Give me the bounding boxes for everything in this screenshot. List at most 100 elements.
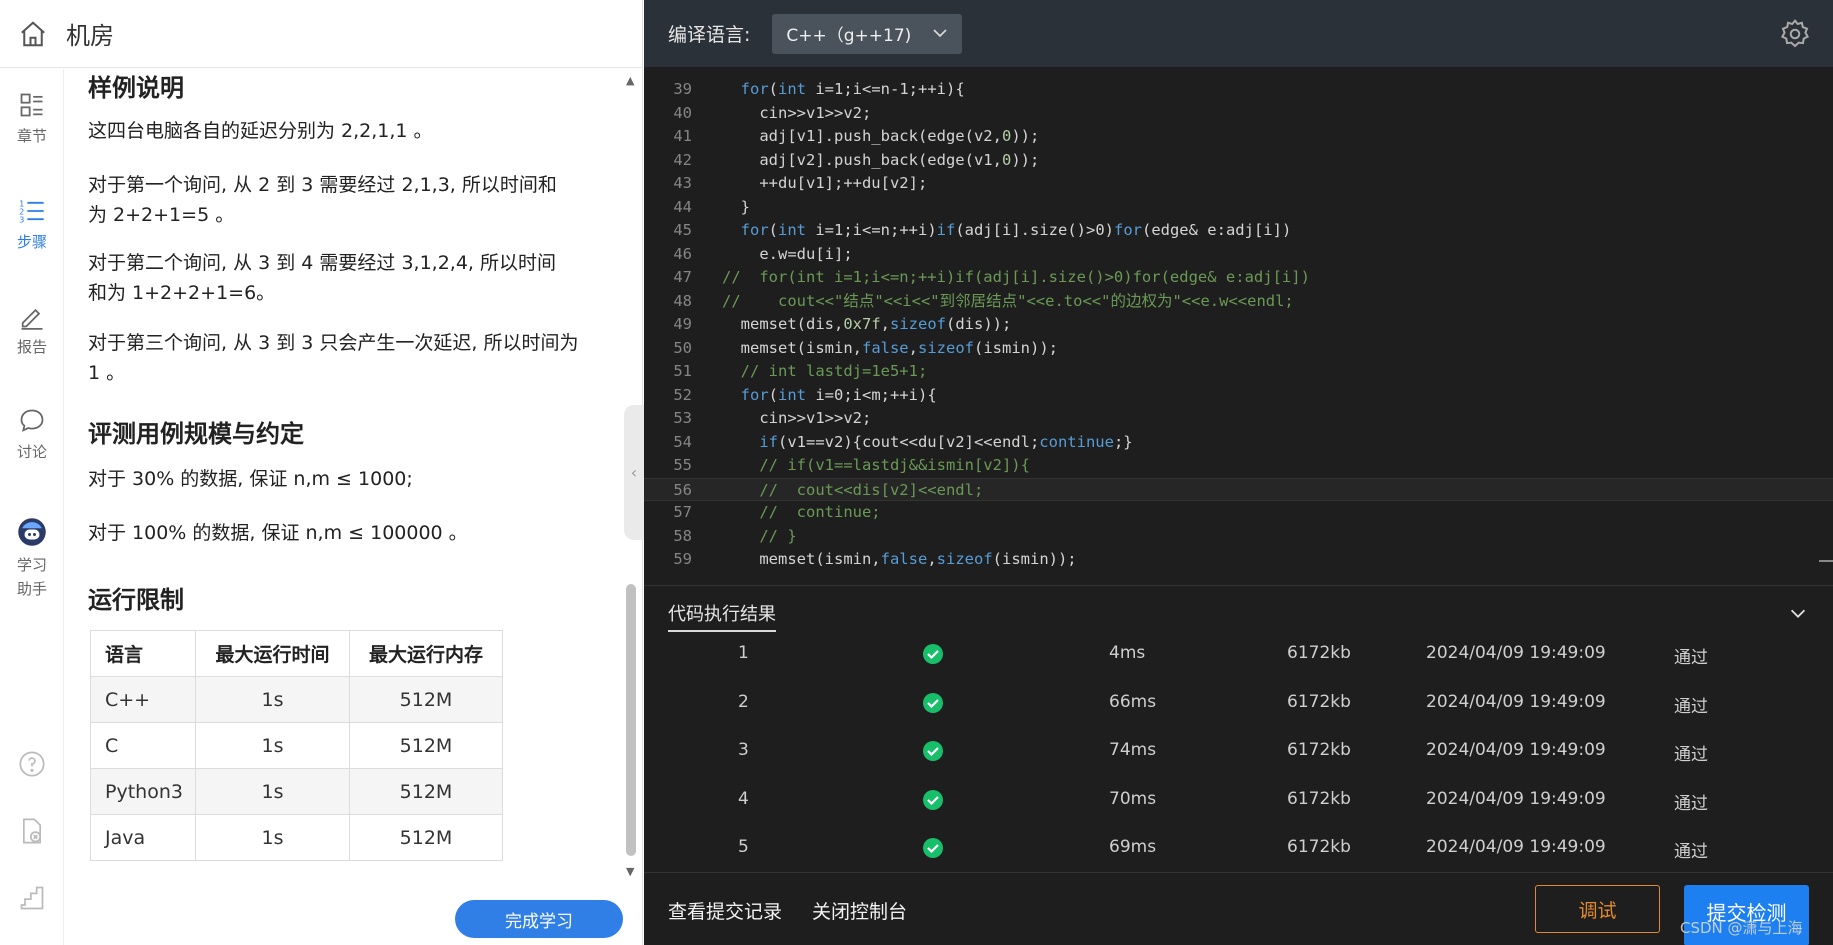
code-text: // cout<<dis[v2]<<endl;: [759, 480, 984, 499]
panel-collapse-handle[interactable]: ‹: [624, 405, 644, 540]
line-number: 48: [673, 291, 692, 310]
limit-heading: 运行限制: [88, 586, 184, 614]
table-header-cell: 最大运行内存: [349, 630, 503, 677]
table-cell: 512M: [349, 768, 503, 815]
scroll-thumb[interactable]: [626, 584, 636, 856]
line-number: 54: [673, 432, 692, 451]
results-tab[interactable]: 代码执行结果: [668, 600, 776, 632]
result-row: 1 4ms 6172kb 2024/04/09 19:49:09 通过: [644, 629, 1833, 677]
file-x-icon[interactable]: [18, 817, 46, 845]
page-title: 机房: [66, 22, 114, 50]
robot-assistant-icon: [18, 518, 46, 546]
result-id: 3: [738, 740, 749, 760]
view-submissions-link[interactable]: 查看提交记录: [668, 897, 782, 924]
results-panel: 代码执行结果 1 4ms 6172kb 2024/04/09 19:49:09 通过 2 6…: [644, 585, 1833, 871]
code-line[interactable]: 44 }: [644, 196, 1833, 220]
result-time: 74ms: [1109, 740, 1157, 760]
result-date: 2024/04/09 19:49:09: [1426, 691, 1606, 712]
sample-text-3a: 对于第二个询问, 从 3 到 4 需要经过 3,1,2,4, 所以时间: [88, 252, 557, 274]
sample-text-2a: 对于第一个询问, 从 2 到 3 需要经过 2,1,3, 所以时间和: [88, 174, 557, 196]
sample-text-4a: 对于第三个询问, 从 3 到 3 只会产生一次延迟, 所以时间为: [88, 332, 579, 354]
code-text: e.w=du[i];: [722, 244, 853, 263]
code-line[interactable]: 47 // for(int i=1;i<=n;++i)if(adj[i].size…: [644, 266, 1833, 290]
code-line[interactable]: 56 // cout<<dis[v2]<<endl;: [644, 477, 1833, 501]
gear-icon[interactable]: [1779, 18, 1811, 50]
table-cell: 1s: [195, 676, 350, 723]
nav-report[interactable]: 报告: [0, 302, 64, 357]
line-number: 59: [673, 550, 692, 568]
scale-text-1: 对于 30% 的数据, 保证 n,m ≤ 1000;: [88, 468, 413, 490]
code-line[interactable]: 45 for(int i=1;i<=n;++i)if(adj[i].size()…: [644, 219, 1833, 243]
result-date: 2024/04/09 19:49:09: [1426, 643, 1606, 663]
scroll-down-arrow-icon[interactable]: ▼: [626, 866, 636, 877]
problem-panel: 机房 章节 123 步骤 报告 讨论 学习 助手 样例说明 这四台电脑各自的延迟…: [0, 0, 644, 945]
result-time: 66ms: [1109, 691, 1157, 712]
language-label: 编译语言:: [668, 24, 751, 46]
code-line[interactable]: 59 memset(ismin,false,sizeof(ismin));: [644, 548, 1833, 570]
code-line[interactable]: 42 adj[v2].push_back(edge(v1,0));: [644, 149, 1833, 173]
nav-chapters[interactable]: 章节: [0, 91, 64, 146]
code-line[interactable]: 51 // int lastdj=1e5+1;: [644, 360, 1833, 384]
code-text: memset(ismin,false,sizeof(ismin));: [722, 338, 1058, 357]
help-icon[interactable]: [18, 750, 46, 778]
code-line[interactable]: 41 adj[v1].push_back(edge(v2,0));: [644, 125, 1833, 149]
result-status: 通过: [1674, 745, 1708, 765]
result-row: 2 66ms 6172kb 2024/04/09 19:49:09 通过: [644, 678, 1833, 726]
home-icon[interactable]: [18, 19, 48, 49]
code-line[interactable]: 55 // if(v1==lastdj&&ismin[v2]){: [644, 454, 1833, 478]
table-row: C 1s 512M: [90, 722, 503, 769]
code-panel: 编译语言: C++（g++17) 39 for(int i=1;i<=n-1;+…: [644, 0, 1833, 945]
nav-steps[interactable]: 123 步骤: [0, 197, 64, 252]
result-mem: 6172kb: [1287, 691, 1351, 712]
line-number: 40: [673, 103, 692, 122]
code-line[interactable]: 48 // cout<<"结点"<<i<<"到邻居结点"<<e.to<<"的边权为…: [644, 290, 1833, 314]
table-header-cell: 语言: [90, 630, 196, 677]
code-line[interactable]: 40 cin>>v1>>v2;: [644, 102, 1833, 126]
nav-discussion[interactable]: 讨论: [0, 407, 64, 462]
chevron-down-icon: [933, 28, 947, 37]
nav-assistant[interactable]: 学习 助手: [0, 517, 64, 601]
nav-assistant-label: 学习 助手: [16, 556, 47, 598]
nav-report-label: 报告: [16, 338, 47, 356]
line-number: 56: [673, 480, 692, 499]
line-number: 39: [673, 80, 692, 98]
steps-icon: 123: [19, 198, 44, 225]
chevron-down-icon[interactable]: [1787, 602, 1809, 624]
language-select[interactable]: C++（g++17): [772, 13, 963, 54]
line-number: 58: [673, 526, 692, 545]
code-line[interactable]: 53 cin>>v1>>v2;: [644, 407, 1833, 431]
nav-steps-label: 步骤: [16, 233, 47, 251]
debug-button[interactable]: 调试: [1535, 885, 1660, 933]
line-number: 47: [673, 268, 692, 286]
chat-icon: [20, 409, 44, 432]
code-line[interactable]: 54 if(v1==v2){cout<<du[v2]<<endl;continu…: [644, 431, 1833, 455]
result-date: 2024/04/09 19:49:09: [1426, 788, 1606, 809]
line-number: 55: [673, 456, 692, 474]
code-line[interactable]: 50 memset(ismin,false,sizeof(ismin));: [644, 337, 1833, 361]
line-number: 41: [673, 127, 692, 145]
scroll-position-marker: [1819, 560, 1833, 562]
sample-text-2b: 为 2+2+1=5 。: [88, 204, 235, 226]
stairs-icon[interactable]: [18, 884, 46, 912]
language-value: C++（g++17): [786, 26, 912, 46]
code-line[interactable]: 43 ++du[v1];++du[v2];: [644, 172, 1833, 196]
scroll-up-arrow-icon[interactable]: ▲: [626, 75, 636, 86]
code-line[interactable]: 39 for(int i=1;i<=n-1;++i){: [644, 78, 1833, 102]
line-number: 53: [673, 409, 692, 427]
check-circle-icon: [923, 838, 943, 858]
code-line[interactable]: 57 // continue;: [644, 501, 1833, 525]
table-row: C++ 1s 512M: [90, 676, 503, 723]
sample-heading: 样例说明: [88, 74, 184, 102]
result-row: 3 74ms 6172kb 2024/04/09 19:49:09 通过: [644, 726, 1833, 774]
code-line[interactable]: 58 // }: [644, 525, 1833, 549]
code-line[interactable]: 49 memset(dis,0x7f,sizeof(dis));: [644, 313, 1833, 337]
table-cell: 1s: [195, 814, 350, 861]
finish-learning-button[interactable]: 完成学习: [455, 900, 623, 938]
check-circle-icon: [923, 789, 943, 810]
code-editor[interactable]: 39 for(int i=1;i<=n-1;++i){40 cin>>v1>>v…: [644, 78, 1833, 570]
table-cell: 512M: [349, 676, 503, 723]
code-line[interactable]: 46 e.w=du[i];: [644, 243, 1833, 267]
close-console-link[interactable]: 关闭控制台: [812, 897, 907, 924]
chevron-left-icon: ‹: [630, 463, 638, 482]
code-line[interactable]: 52 for(int i=0;i<m;++i){: [644, 384, 1833, 408]
